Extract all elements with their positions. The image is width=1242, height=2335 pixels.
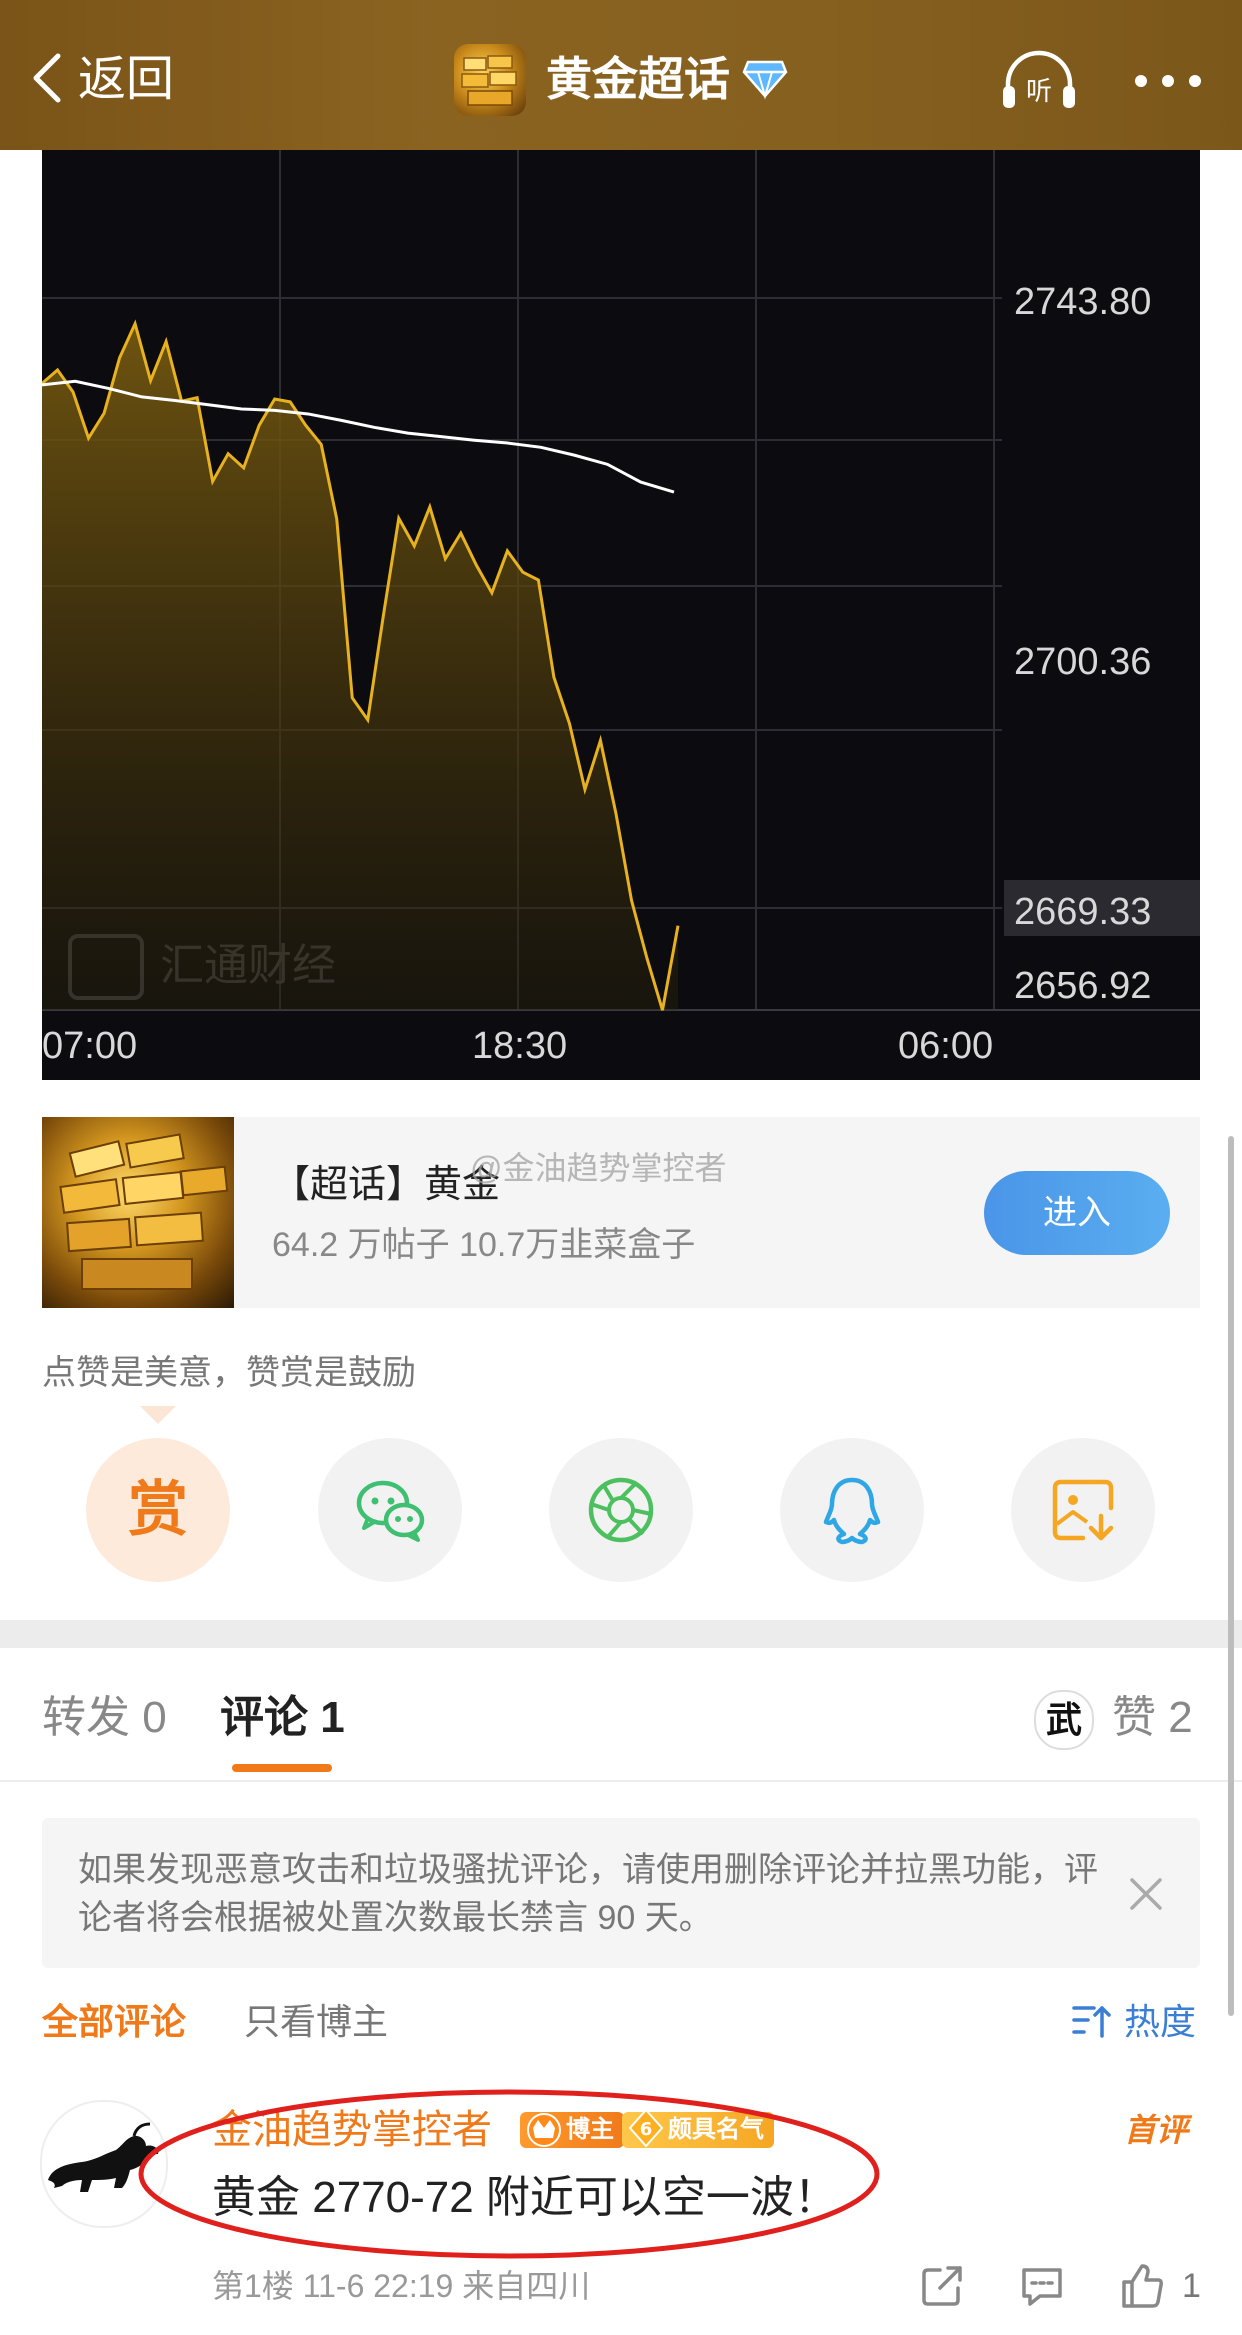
share-moments-button[interactable]: [549, 1438, 693, 1582]
scrollbar[interactable]: [1228, 1136, 1234, 2016]
x-tick-label: 07:00: [42, 1025, 137, 1067]
tabs-divider: [0, 1780, 1242, 1782]
x-tick-label: 18:30: [472, 1025, 567, 1067]
gold-price-chart: 汇通财经2743.802700.362669.332656.9207:0018:…: [42, 150, 1200, 1080]
qq-icon: [823, 1477, 881, 1545]
share-icon[interactable]: [918, 2262, 966, 2310]
sort-by-heat[interactable]: 热度: [1124, 2000, 1196, 2044]
page-title: 黄金超话: [546, 53, 730, 105]
active-tab-indicator: [232, 1764, 332, 1772]
share-wechat-button[interactable]: [318, 1438, 462, 1582]
moments-icon: [588, 1477, 654, 1543]
topic-stats: 64.2 万帖子 10.7万韭菜盒子: [272, 1226, 696, 1264]
save-image-button[interactable]: [1011, 1438, 1155, 1582]
price-area-fill: [42, 323, 678, 1011]
back-button[interactable]: 返回: [78, 52, 174, 108]
wechat-icon: [356, 1480, 425, 1542]
y-tick-label: 2669.33: [1014, 891, 1151, 933]
liker-avatar[interactable]: 武: [1034, 1690, 1094, 1750]
reward-button[interactable]: 赏: [86, 1438, 230, 1582]
topic-avatar-icon: [454, 44, 526, 116]
y-tick-label: 2700.36: [1014, 641, 1151, 683]
filter-all-comments[interactable]: 全部评论: [42, 2000, 186, 2044]
close-icon[interactable]: [1124, 1872, 1168, 1916]
reward-pointer: [140, 1406, 176, 1424]
more-options-icon[interactable]: [1134, 74, 1202, 88]
enter-topic-button[interactable]: 进入: [984, 1171, 1170, 1255]
liker-avatar-glyph: 武: [1045, 1699, 1082, 1740]
topic-thumbnail: [42, 1117, 234, 1308]
tab-comment[interactable]: 评论 1: [220, 1690, 345, 1746]
tab-repost[interactable]: 转发 0: [42, 1690, 167, 1746]
reward-hint: 点赞是美意，赞赏是鼓励: [42, 1354, 416, 1392]
image-watermark: @金油趋势掌控者: [470, 1150, 727, 1186]
save-image-icon: [1052, 1479, 1114, 1541]
reply-icon[interactable]: [1018, 2262, 1066, 2310]
notice-text: 如果发现恶意攻击和垃圾骚扰评论，请使用删除评论并拉黑功能，评论者将会根据被处置次…: [78, 1851, 1098, 1937]
red-highlight-ellipse: [138, 2089, 880, 2259]
svg-text:听: 听: [1026, 77, 1052, 107]
thumbs-up-icon[interactable]: [1118, 2262, 1166, 2310]
comment-like-count: 1: [1182, 2267, 1201, 2305]
sort-icon[interactable]: [1072, 2004, 1112, 2040]
tab-likes[interactable]: 赞 2: [1112, 1690, 1193, 1746]
chart-canvas: 汇通财经2743.802700.362669.332656.9207:0018:…: [42, 150, 1200, 1067]
y-tick-label: 2656.92: [1014, 965, 1151, 1007]
reward-icon: 赏: [128, 1476, 188, 1543]
first-comment-badge: 首评: [1124, 2112, 1189, 2148]
x-tick-label: 06:00: [898, 1025, 993, 1067]
share-qq-button[interactable]: [780, 1438, 924, 1582]
diamond-badge-icon: [742, 60, 788, 100]
headphones-listen-icon[interactable]: 听: [1000, 50, 1078, 112]
filter-author-only[interactable]: 只看博主: [244, 2000, 388, 2044]
topic-title: 【超话】黄金: [272, 1164, 501, 1206]
section-divider: [0, 1620, 1242, 1648]
y-tick-label: 2743.80: [1014, 281, 1151, 323]
back-chevron-icon[interactable]: [30, 52, 64, 104]
comment-meta: 第1楼 11-6 22:19 来自四川: [212, 2268, 591, 2304]
